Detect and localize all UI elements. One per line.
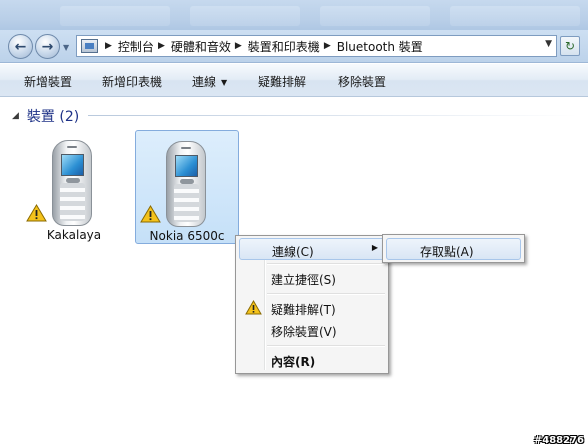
address-bar[interactable]: ▶ 控制台 ▶ 硬體和音效 ▶ 裝置和印表機 ▶ Bluetooth 裝置 ▼ [76,35,557,57]
refresh-button[interactable]: ↻ [560,36,580,56]
add-printer-button[interactable]: 新增印表機 [102,73,162,90]
title-strip [0,0,588,32]
background-tab-ghost [450,6,580,26]
warning-icon [245,300,262,315]
menu-item-troubleshoot[interactable]: 疑難排解(T) [239,297,385,319]
image-watermark: #488276 [533,435,584,446]
remove-device-button[interactable]: 移除裝置 [338,73,386,90]
background-tab-ghost [190,6,300,26]
group-divider [88,115,578,116]
chevron-right-icon[interactable]: ▶ [105,41,112,51]
collapse-triangle-icon[interactable]: ◢ [12,111,19,121]
recent-pages-dropdown[interactable]: ▼ [63,43,69,52]
menu-item-create-shortcut[interactable]: 建立捷徑(S) [239,267,385,289]
background-tab-ghost [320,6,430,26]
background-tab-ghost [60,6,170,26]
menu-item-label: 建立捷徑(S) [271,273,336,287]
warning-icon [26,204,47,222]
chevron-down-icon: ▼ [221,78,228,87]
menu-item-label: 連線(C) [272,245,314,259]
menu-item-properties[interactable]: 內容(R) [239,349,385,371]
connect-label: 連線 [192,75,217,89]
refresh-icon: ↻ [564,39,576,53]
mobile-phone-icon [52,140,92,226]
command-bar: 新增裝置 新增印表機 連線 ▼ 疑難排解 移除裝置 [0,64,588,97]
forward-button[interactable]: → [35,34,60,59]
menu-item-access-point[interactable]: 存取點(A) [386,238,521,260]
menu-item-label: 疑難排解(T) [271,303,336,317]
chevron-right-icon[interactable]: ▶ [158,41,165,51]
control-panel-icon [81,39,98,53]
device-nokia-6500c[interactable]: Nokia 6500c [135,130,239,244]
menu-separator [267,293,385,294]
context-menu: 連線(C) ▶ 建立捷徑(S) 疑難排解(T) 移除裝置(V) 內容(R) [235,235,389,374]
device-name: Nokia 6500c [149,229,225,243]
device-kakalaya[interactable]: Kakalaya [22,130,126,244]
group-label: 裝置 (2) [26,109,80,125]
menu-separator [267,263,385,264]
chevron-right-icon[interactable]: ▶ [324,41,331,51]
menu-item-connect[interactable]: 連線(C) ▶ [239,238,385,260]
connect-button[interactable]: 連線 ▼ [192,73,227,90]
submenu-arrow-icon: ▶ [371,243,378,252]
connect-submenu: 存取點(A) [382,234,525,263]
breadcrumb-bluetooth-devices[interactable]: Bluetooth 裝置 [337,38,423,55]
breadcrumb-devices-printers[interactable]: 裝置和印表機 [248,38,320,55]
device-name: Kakalaya [46,228,102,242]
mobile-phone-icon [166,141,206,227]
forward-arrow-icon: → [41,38,54,55]
address-dropdown-icon[interactable]: ▼ [545,39,552,49]
add-device-button[interactable]: 新增裝置 [24,73,72,90]
menu-item-label: 內容(R) [271,355,316,369]
back-button[interactable]: ← [8,34,33,59]
warning-icon [140,205,161,223]
breadcrumb-hardware-sound[interactable]: 硬體和音效 [171,38,231,55]
device-group-header[interactable]: ◢ 裝置 (2) [12,106,79,126]
troubleshoot-button[interactable]: 疑難排解 [258,73,306,90]
chevron-right-icon[interactable]: ▶ [235,41,242,51]
menu-item-label: 移除裝置(V) [271,325,337,339]
breadcrumb-control-panel[interactable]: 控制台 [118,38,154,55]
menu-item-remove-device[interactable]: 移除裝置(V) [239,319,385,341]
menu-item-label: 存取點(A) [420,245,474,259]
back-arrow-icon: ← [14,38,27,55]
menu-separator [267,345,385,346]
